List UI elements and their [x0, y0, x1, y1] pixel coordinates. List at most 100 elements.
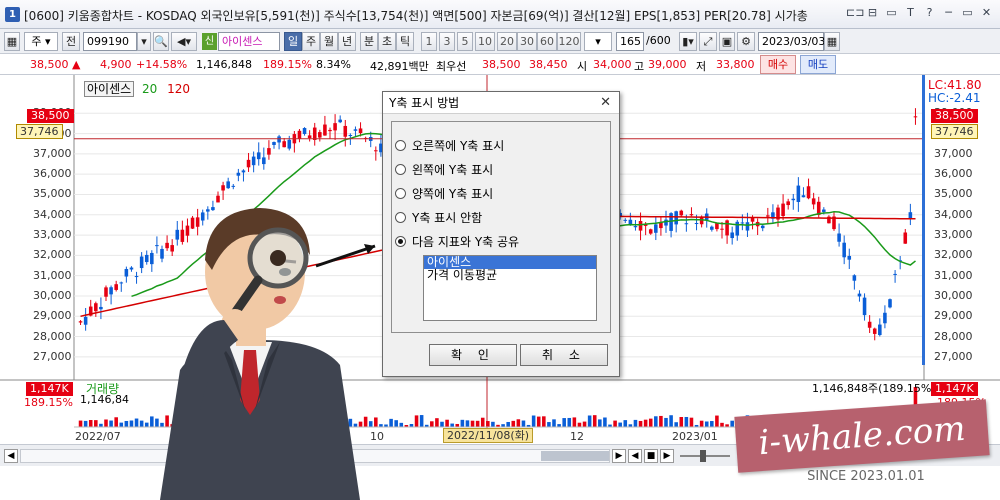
y-tick-label: 34,000	[934, 207, 973, 221]
open-label: 시	[577, 60, 588, 73]
custom-minute-input[interactable]: ▾	[584, 32, 612, 51]
sell-button[interactable]: 매도	[800, 55, 836, 74]
candle-body	[83, 316, 88, 325]
y-tick-label: 31,000	[934, 268, 973, 282]
stock-name-field[interactable]: 아이센스	[218, 32, 280, 51]
restore-icon[interactable]: ▭	[884, 5, 899, 21]
candle-body	[241, 170, 246, 173]
volume-bar	[104, 419, 108, 427]
search-icon[interactable]: 🔍	[153, 32, 169, 51]
tab-year[interactable]: 년	[338, 32, 356, 51]
candle-body	[114, 284, 118, 290]
volume-bar	[664, 417, 668, 427]
minute-20[interactable]: 20	[497, 32, 517, 51]
date-tick: 2022/07	[75, 430, 121, 443]
count-input[interactable]: 165	[616, 32, 644, 51]
new-badge: 신	[202, 33, 217, 50]
tab-minute[interactable]: 분	[360, 32, 378, 51]
close-icon[interactable]: ✕	[979, 5, 994, 21]
scroll-thumb[interactable]	[541, 451, 609, 461]
volume-tag-left: 1,147K	[26, 382, 73, 396]
help-icon[interactable]: ?	[922, 5, 937, 21]
minute-60[interactable]: 60	[537, 32, 557, 51]
candle-body	[720, 228, 724, 230]
volume-bar	[598, 419, 602, 427]
date-input[interactable]: 2023/03/03	[758, 32, 825, 51]
candle-body	[842, 242, 846, 258]
tile-icon[interactable]: ⊟	[865, 5, 880, 21]
candle-body	[78, 321, 83, 323]
tab-week[interactable]: 주	[302, 32, 320, 51]
minute-120[interactable]: 120	[557, 32, 581, 51]
minute-10[interactable]: 10	[475, 32, 495, 51]
candle-body	[251, 156, 256, 166]
candle-body	[852, 275, 857, 281]
bar-icon[interactable]: ▮▾	[679, 32, 697, 51]
close-icon[interactable]: ✕	[600, 95, 611, 110]
candle-body	[654, 224, 658, 233]
volume-bar	[654, 416, 658, 427]
y-tick-label: 36,000	[33, 167, 72, 181]
tab-month[interactable]: 월	[320, 32, 338, 51]
high-label: 고	[634, 60, 645, 73]
font-icon[interactable]: T	[903, 5, 918, 21]
candle-body	[847, 255, 852, 260]
link-icon[interactable]: ⊏⊐	[846, 5, 864, 21]
minute-1[interactable]: 1	[421, 32, 437, 51]
radio-icon[interactable]	[395, 188, 406, 199]
volume-bar	[679, 417, 684, 427]
legend-stock-name[interactable]: 아이센스	[84, 81, 135, 97]
save-icon[interactable]: ▣	[719, 32, 735, 51]
volume-tag-right: 1,147K	[931, 382, 978, 396]
candle-body	[786, 201, 790, 206]
scroll-left-icon[interactable]: ◀	[4, 449, 18, 463]
tab-tick[interactable]: 틱	[396, 32, 414, 51]
date-tick: 12	[570, 430, 584, 443]
window-title: [0600] 키움종합차트 - KOSDAQ 외국인보유[5,591(천)] 주…	[24, 9, 808, 23]
sound-icon[interactable]: ◀▾	[171, 32, 197, 51]
stock-code-input[interactable]: 099190	[83, 32, 137, 51]
volume-value: 1,146,848	[196, 58, 252, 71]
minute-3[interactable]: 3	[439, 32, 455, 51]
volume-bar	[480, 417, 485, 427]
tab-second[interactable]: 초	[378, 32, 396, 51]
stop-icon[interactable]: ■	[644, 449, 658, 463]
zoom-slider-handle[interactable]	[700, 450, 706, 462]
cancel-button[interactable]: 취 소	[520, 344, 608, 366]
high-price: 39,000	[648, 58, 687, 71]
line-tool-icon[interactable]: ⤢	[699, 32, 717, 51]
buy-button[interactable]: 매수	[760, 55, 796, 74]
best-ask: 38,500	[482, 58, 521, 71]
tab-day[interactable]: 일	[284, 32, 302, 51]
prev-button[interactable]: 전	[62, 32, 80, 51]
minute-30[interactable]: 30	[517, 32, 537, 51]
candle-body	[231, 185, 236, 187]
calendar-icon[interactable]: ▦	[824, 32, 840, 51]
candle-body	[623, 219, 628, 221]
period-select[interactable]: 주 ▾	[24, 32, 58, 51]
candle-body	[109, 287, 113, 295]
minute-5[interactable]: 5	[457, 32, 473, 51]
candle-body	[878, 324, 882, 336]
maximize-icon[interactable]: ▭	[960, 5, 975, 21]
play-icon[interactable]: ▶	[660, 449, 674, 463]
candle-body	[99, 306, 103, 310]
candle-body	[679, 210, 684, 216]
option-right-y-axis[interactable]: 오른쪽에 Y축 표시	[395, 137, 504, 154]
dropdown-icon[interactable]: ▾	[137, 32, 151, 51]
grid-icon[interactable]: ▦	[4, 32, 20, 51]
legend-ma20[interactable]: 20	[142, 82, 157, 96]
radio-icon[interactable]	[395, 164, 406, 175]
scroll-right-icon[interactable]: ▶	[612, 449, 626, 463]
candle-body	[760, 225, 765, 229]
gear-icon[interactable]: ⚙	[737, 32, 755, 51]
volume-bar	[109, 420, 113, 427]
radio-icon[interactable]	[395, 140, 406, 151]
legend-ma120[interactable]: 120	[167, 82, 190, 96]
option-left-y-axis[interactable]: 왼쪽에 Y축 표시	[395, 161, 493, 178]
candle-body	[277, 136, 281, 143]
minimize-icon[interactable]: ─	[941, 5, 956, 21]
play-back-icon[interactable]: ◀	[628, 449, 642, 463]
crosshair-price-tag-right: 37,746	[931, 124, 978, 139]
volume-bar	[516, 419, 521, 427]
